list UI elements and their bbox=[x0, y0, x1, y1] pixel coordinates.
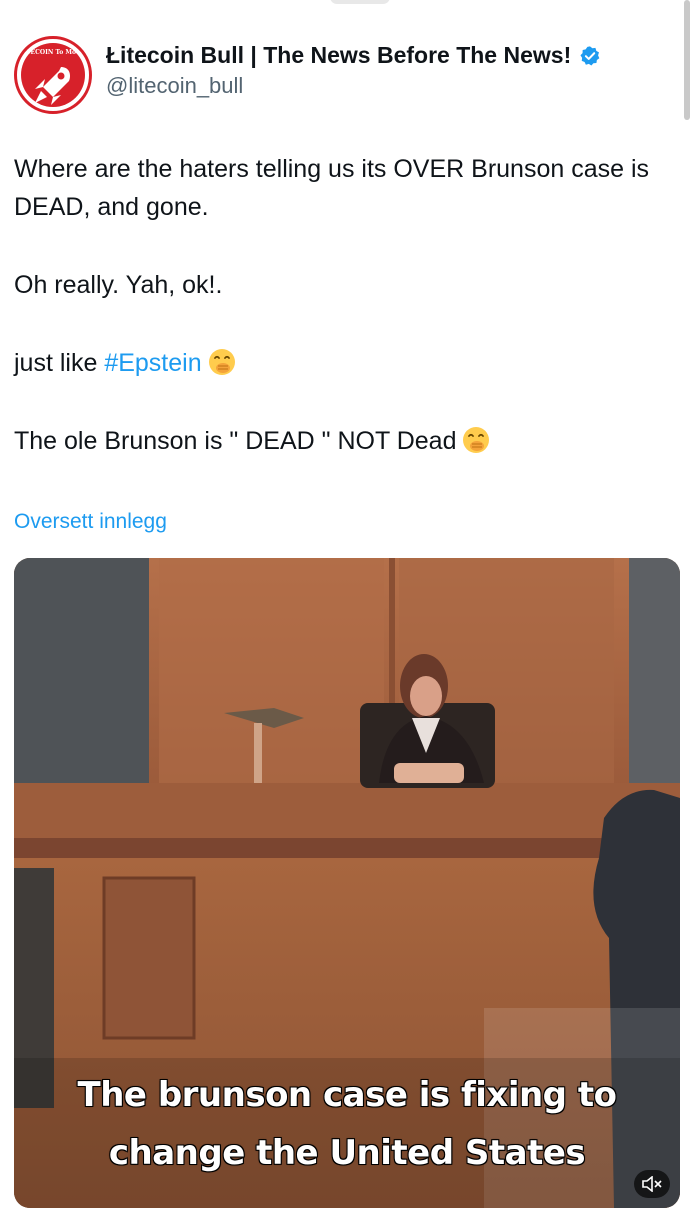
tweet-line-4: The ole Brunson is " DEAD " NOT Dead bbox=[14, 422, 664, 460]
video-caption: The brunson case is fixing to change the… bbox=[14, 1066, 680, 1182]
video-caption-line-1: The brunson case is fixing to bbox=[77, 1074, 618, 1116]
video-caption-line-2: change the United States bbox=[108, 1132, 587, 1174]
face-with-hand-over-mouth-icon bbox=[208, 349, 235, 375]
avatar-text: LITECOIN To Moon! bbox=[19, 49, 87, 56]
tweet-text: Where are the haters telling us its OVER… bbox=[14, 150, 664, 460]
scrollbar[interactable] bbox=[684, 0, 690, 120]
tweet-line-1: Where are the haters telling us its OVER… bbox=[14, 155, 650, 221]
author-handle[interactable]: @litecoin_bull bbox=[106, 73, 601, 99]
verified-badge-icon bbox=[580, 45, 600, 66]
tweet-line-3-text: just like bbox=[14, 349, 105, 377]
tweet-header: LITECOIN To Moon! Łitecoin Bull | The Ne… bbox=[14, 36, 680, 116]
hashtag-link[interactable]: #Epstein bbox=[104, 349, 201, 377]
tweet-line-4-text: The ole Brunson is " DEAD " NOT Dead bbox=[14, 427, 457, 455]
video-player[interactable]: The brunson case is fixing to change the… bbox=[14, 558, 680, 1208]
cropped-header-fragment bbox=[330, 0, 390, 4]
mute-button[interactable] bbox=[634, 1170, 670, 1198]
speaker-muted-icon bbox=[642, 1175, 662, 1193]
avatar[interactable]: LITECOIN To Moon! bbox=[14, 36, 92, 114]
translate-post-link[interactable]: Oversett innlegg bbox=[14, 510, 167, 534]
face-with-hand-over-mouth-icon bbox=[463, 427, 490, 453]
top-crop-edge bbox=[0, 0, 694, 8]
author-display-name-row[interactable]: Łitecoin Bull | The News Before The News… bbox=[106, 42, 601, 69]
author-names: Łitecoin Bull | The News Before The News… bbox=[106, 42, 601, 99]
author-display-name[interactable]: Łitecoin Bull | The News Before The News… bbox=[106, 42, 571, 69]
tweet-line-3: just like #Epstein bbox=[14, 344, 664, 382]
tweet-line-2: Oh really. Yah, ok!. bbox=[14, 271, 223, 299]
rocket-icon bbox=[35, 67, 71, 105]
